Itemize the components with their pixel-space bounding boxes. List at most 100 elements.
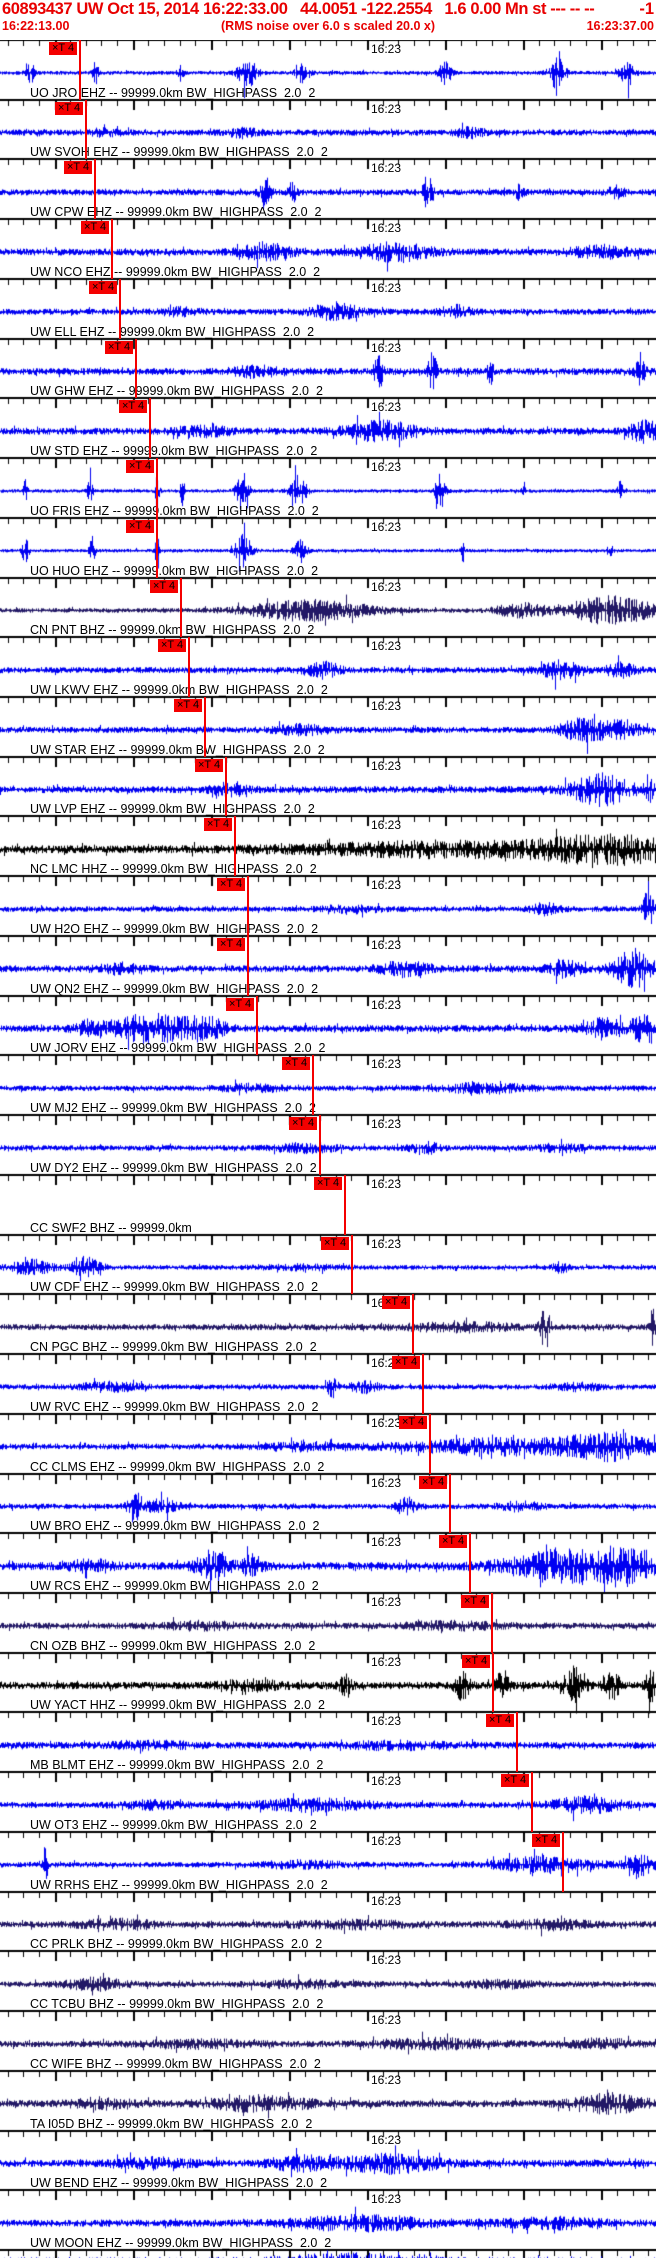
trace-row[interactable]: UW ELL EHZ -- 99999.0km BW_HIGHPASS 2.0 … (0, 278, 656, 339)
pick-flag[interactable]: ×T 4 (462, 1654, 491, 1668)
window-end-time: 16:23:37.00 (586, 19, 654, 33)
pick-line (469, 1533, 471, 1593)
minute-tick-label: 16:23 (371, 2132, 402, 2147)
minute-tick-label: 16:23 (371, 221, 402, 236)
pick-flag[interactable]: ×T 4 (314, 1176, 343, 1190)
trace-row[interactable]: UW LVP EHZ -- 99999.0km BW_HIGHPASS 2.0 … (0, 756, 656, 817)
trace-row[interactable]: UW RRHS EHZ -- 99999.0km BW_HIGHPASS 2.0… (0, 1831, 656, 1892)
pick-flag[interactable]: ×T 4 (174, 699, 203, 713)
trace-row[interactable]: MB BLMT EHZ -- 99999.0km BW_HIGHPASS 2.0… (0, 1712, 656, 1773)
trace-row[interactable]: UW JORV EHZ -- 99999.0km BW_HIGHPASS 2.0… (0, 995, 656, 1056)
minute-tick-label: 16:23 (371, 101, 402, 116)
trace-row[interactable]: UO JRO EHZ -- 99999.0km BW_HIGHPASS 2.0 … (0, 40, 656, 100)
pick-flag[interactable]: ×T 4 (150, 579, 179, 593)
trace-row[interactable]: UW STAR EHZ -- 99999.0km BW_HIGHPASS 2.0… (0, 697, 656, 757)
pick-flag[interactable]: ×T 4 (126, 519, 155, 533)
pick-line (312, 1055, 314, 1116)
pick-flag[interactable]: ×T 4 (392, 1356, 421, 1370)
station-label: UO HUO EHZ -- 99999.0km BW_HIGHPASS 2.0 … (30, 563, 319, 578)
trace-row[interactable]: CC PRLK BHZ -- 99999.0km BW_HIGHPASS 2.0… (0, 1892, 656, 1952)
trace-row[interactable]: UW YACT HHZ -- 99999.0km BW_HIGHPASS 2.0… (0, 1652, 656, 1713)
trace-row[interactable]: UW OT3 EHZ -- 99999.0km BW_HIGHPASS 2.0 … (0, 1772, 656, 1832)
pick-flag[interactable]: ×T 4 (289, 1117, 318, 1131)
scale-note: (RMS noise over 6.0 s scaled 20.0 x) (221, 19, 435, 33)
trace-row[interactable]: UW RVC EHZ -- 99999.0km BW_HIGHPASS 2.0 … (0, 1354, 656, 1414)
trace-row[interactable]: NC LMC HHZ -- 99999.0km BW_HIGHPASS 2.0 … (0, 816, 656, 877)
pick-flag[interactable]: ×T 4 (204, 818, 233, 832)
trace-row[interactable]: UW H2O EHZ -- 99999.0km BW_HIGHPASS 2.0 … (0, 876, 656, 936)
station-label: UW STAR EHZ -- 99999.0km BW_HIGHPASS 2.0… (30, 742, 325, 757)
trace-row[interactable]: UW STD EHZ -- 99999.0km BW_HIGHPASS 2.0 … (0, 398, 656, 459)
pick-flag[interactable]: ×T 4 (89, 280, 118, 294)
pick-flag[interactable]: ×T 4 (49, 42, 78, 55)
pick-line (491, 1592, 493, 1653)
trace-row[interactable]: TA I05D BHZ -- 99999.0km BW_HIGHPASS 2.0… (0, 2071, 656, 2131)
pick-flag[interactable]: ×T 4 (419, 1475, 448, 1489)
pick-flag[interactable]: ×T 4 (532, 1833, 561, 1847)
trace-row[interactable]: UW DY2 EHZ -- 99999.0km BW_HIGHPASS 2.0 … (0, 1115, 656, 1175)
pick-line (149, 398, 151, 459)
pick-flag[interactable]: ×T 4 (382, 1296, 411, 1310)
trace-row[interactable]: CC CLMS EHZ -- 99999.0km BW_HIGHPASS 2.0… (0, 1413, 656, 1474)
pick-flag[interactable]: ×T 4 (81, 221, 110, 235)
trace-row[interactable]: UW QN2 EHZ -- 99999.0km BW_HIGHPASS 2.0 … (0, 935, 656, 996)
pick-flag[interactable]: ×T 4 (195, 758, 224, 772)
pick-flag[interactable]: ×T 4 (217, 878, 246, 892)
trace-row[interactable]: UW SVOH EHZ -- 99999.0km BW_HIGHPASS 2.0… (0, 99, 656, 160)
trace-row[interactable]: UW GHW EHZ -- 99999.0km BW_HIGHPASS 2.0 … (0, 338, 656, 399)
pick-line (492, 1652, 494, 1713)
trace-row[interactable]: CC WIFE BHZ -- 99999.0km BW_HIGHPASS 2.0… (0, 2011, 656, 2071)
trace-row[interactable]: UW RCS EHZ -- 99999.0km BW_HIGHPASS 2.0 … (0, 1533, 656, 1593)
pick-flag[interactable]: ×T 4 (486, 1714, 515, 1728)
pick-flag[interactable]: ×T 4 (399, 1415, 428, 1429)
minute-tick-label: 16:23 (371, 1475, 402, 1490)
minute-tick-label: 16:23 (371, 1176, 402, 1191)
station-label: UW QN2 EHZ -- 99999.0km BW_HIGHPASS 2.0 … (30, 981, 319, 996)
trace-row[interactable]: UW MOON EHZ -- 99999.0km BW_HIGHPASS 2.0… (0, 2190, 656, 2250)
minute-tick-label: 16:23 (371, 1594, 402, 1609)
trace-row[interactable]: UW BEND EHZ -- 99999.0km BW_HIGHPASS 2.0… (0, 2131, 656, 2191)
pick-flag[interactable]: ×T 4 (282, 1057, 311, 1071)
pick-flag[interactable]: ×T 4 (439, 1535, 468, 1549)
pick-flag[interactable]: ×T 4 (55, 101, 84, 115)
minute-tick-label: 16:23 (371, 161, 402, 176)
station-label: UW NCO EHZ -- 99999.0km BW_HIGHPASS 2.0 … (30, 264, 321, 279)
trace-row[interactable]: CN OZB BHZ -- 99999.0km BW_HIGHPASS 2.0 … (0, 1592, 656, 1653)
trace-row[interactable]: UW MJ2 EHZ -- 99999.0km BW_HIGHPASS 2.0 … (0, 1055, 656, 1116)
pick-flag[interactable]: ×T 4 (461, 1594, 490, 1608)
trace-row[interactable]: UO HUO EHZ -- 99999.0km BW_HIGHPASS 2.0 … (0, 517, 656, 578)
station-label: UW STD EHZ -- 99999.0km BW_HIGHPASS 2.0 … (30, 444, 318, 459)
pick-flag[interactable]: ×T 4 (64, 161, 93, 175)
trace-row[interactable]: CN PGC BHZ -- 99999.0km BW_HIGHPASS 2.0 … (0, 1294, 656, 1355)
pick-line (225, 756, 227, 817)
trace-row[interactable]: UW LKWV EHZ -- 99999.0km BW_HIGHPASS 2.0… (0, 637, 656, 698)
pick-flag[interactable]: ×T 4 (158, 639, 187, 653)
pick-flag[interactable]: ×T 4 (105, 340, 134, 354)
trace-row[interactable]: UW CPW EHZ -- 99999.0km BW_HIGHPASS 2.0 … (0, 159, 656, 220)
seismogram-viewer: 60893437 UW Oct 15, 2014 16:22:33.00 44.… (0, 0, 656, 2258)
pick-flag[interactable]: ×T 4 (321, 1236, 350, 1250)
station-label: TA I05D BHZ -- 99999.0km BW_HIGHPASS 2.0… (30, 2116, 313, 2131)
pick-flag[interactable]: ×T 4 (126, 460, 155, 474)
pick-flag[interactable]: ×T 4 (217, 937, 246, 951)
trace-row[interactable]: CC SWF2 BHZ -- 99999.0km 16:23 ×T 4 (0, 1174, 656, 1235)
trace-row[interactable]: UO FRIS EHZ -- 99999.0km BW_HIGHPASS 2.0… (0, 458, 656, 518)
station-label: CN PNT BHZ -- 99999.0km BW_HIGHPASS 2.0 … (30, 623, 315, 638)
trace-row[interactable]: UW CDF EHZ -- 99999.0km BW_HIGHPASS 2.0 … (0, 1234, 656, 1295)
pick-flag[interactable]: ×T 4 (226, 997, 255, 1011)
trace-row[interactable]: CN PNT BHZ -- 99999.0km BW_HIGHPASS 2.0 … (0, 577, 656, 638)
pick-flag[interactable]: ×T 4 (119, 400, 148, 414)
minute-tick-label: 16:23 (371, 280, 402, 295)
pick-flag[interactable]: ×T 4 (501, 1774, 530, 1788)
event-summary: 60893437 UW Oct 15, 2014 16:22:33.00 44.… (2, 0, 595, 18)
station-label: CC WIFE BHZ -- 99999.0km BW_HIGHPASS 2.0… (30, 2056, 321, 2071)
pick-line (449, 1473, 451, 1534)
pick-line (422, 1354, 424, 1414)
pick-line (412, 1294, 414, 1355)
minute-tick-label: 16:23 (371, 340, 402, 355)
trace-row[interactable]: CC TCBU BHZ -- 99999.0km BW_HIGHPASS 2.0… (0, 1951, 656, 2011)
minute-tick-label: 16:23 (371, 1893, 402, 1908)
pick-line (429, 1413, 431, 1474)
trace-row[interactable]: UW NCO EHZ -- 99999.0km BW_HIGHPASS 2.0 … (0, 219, 656, 279)
trace-row[interactable]: UW BRO EHZ -- 99999.0km BW_HIGHPASS 2.0 … (0, 1473, 656, 1534)
